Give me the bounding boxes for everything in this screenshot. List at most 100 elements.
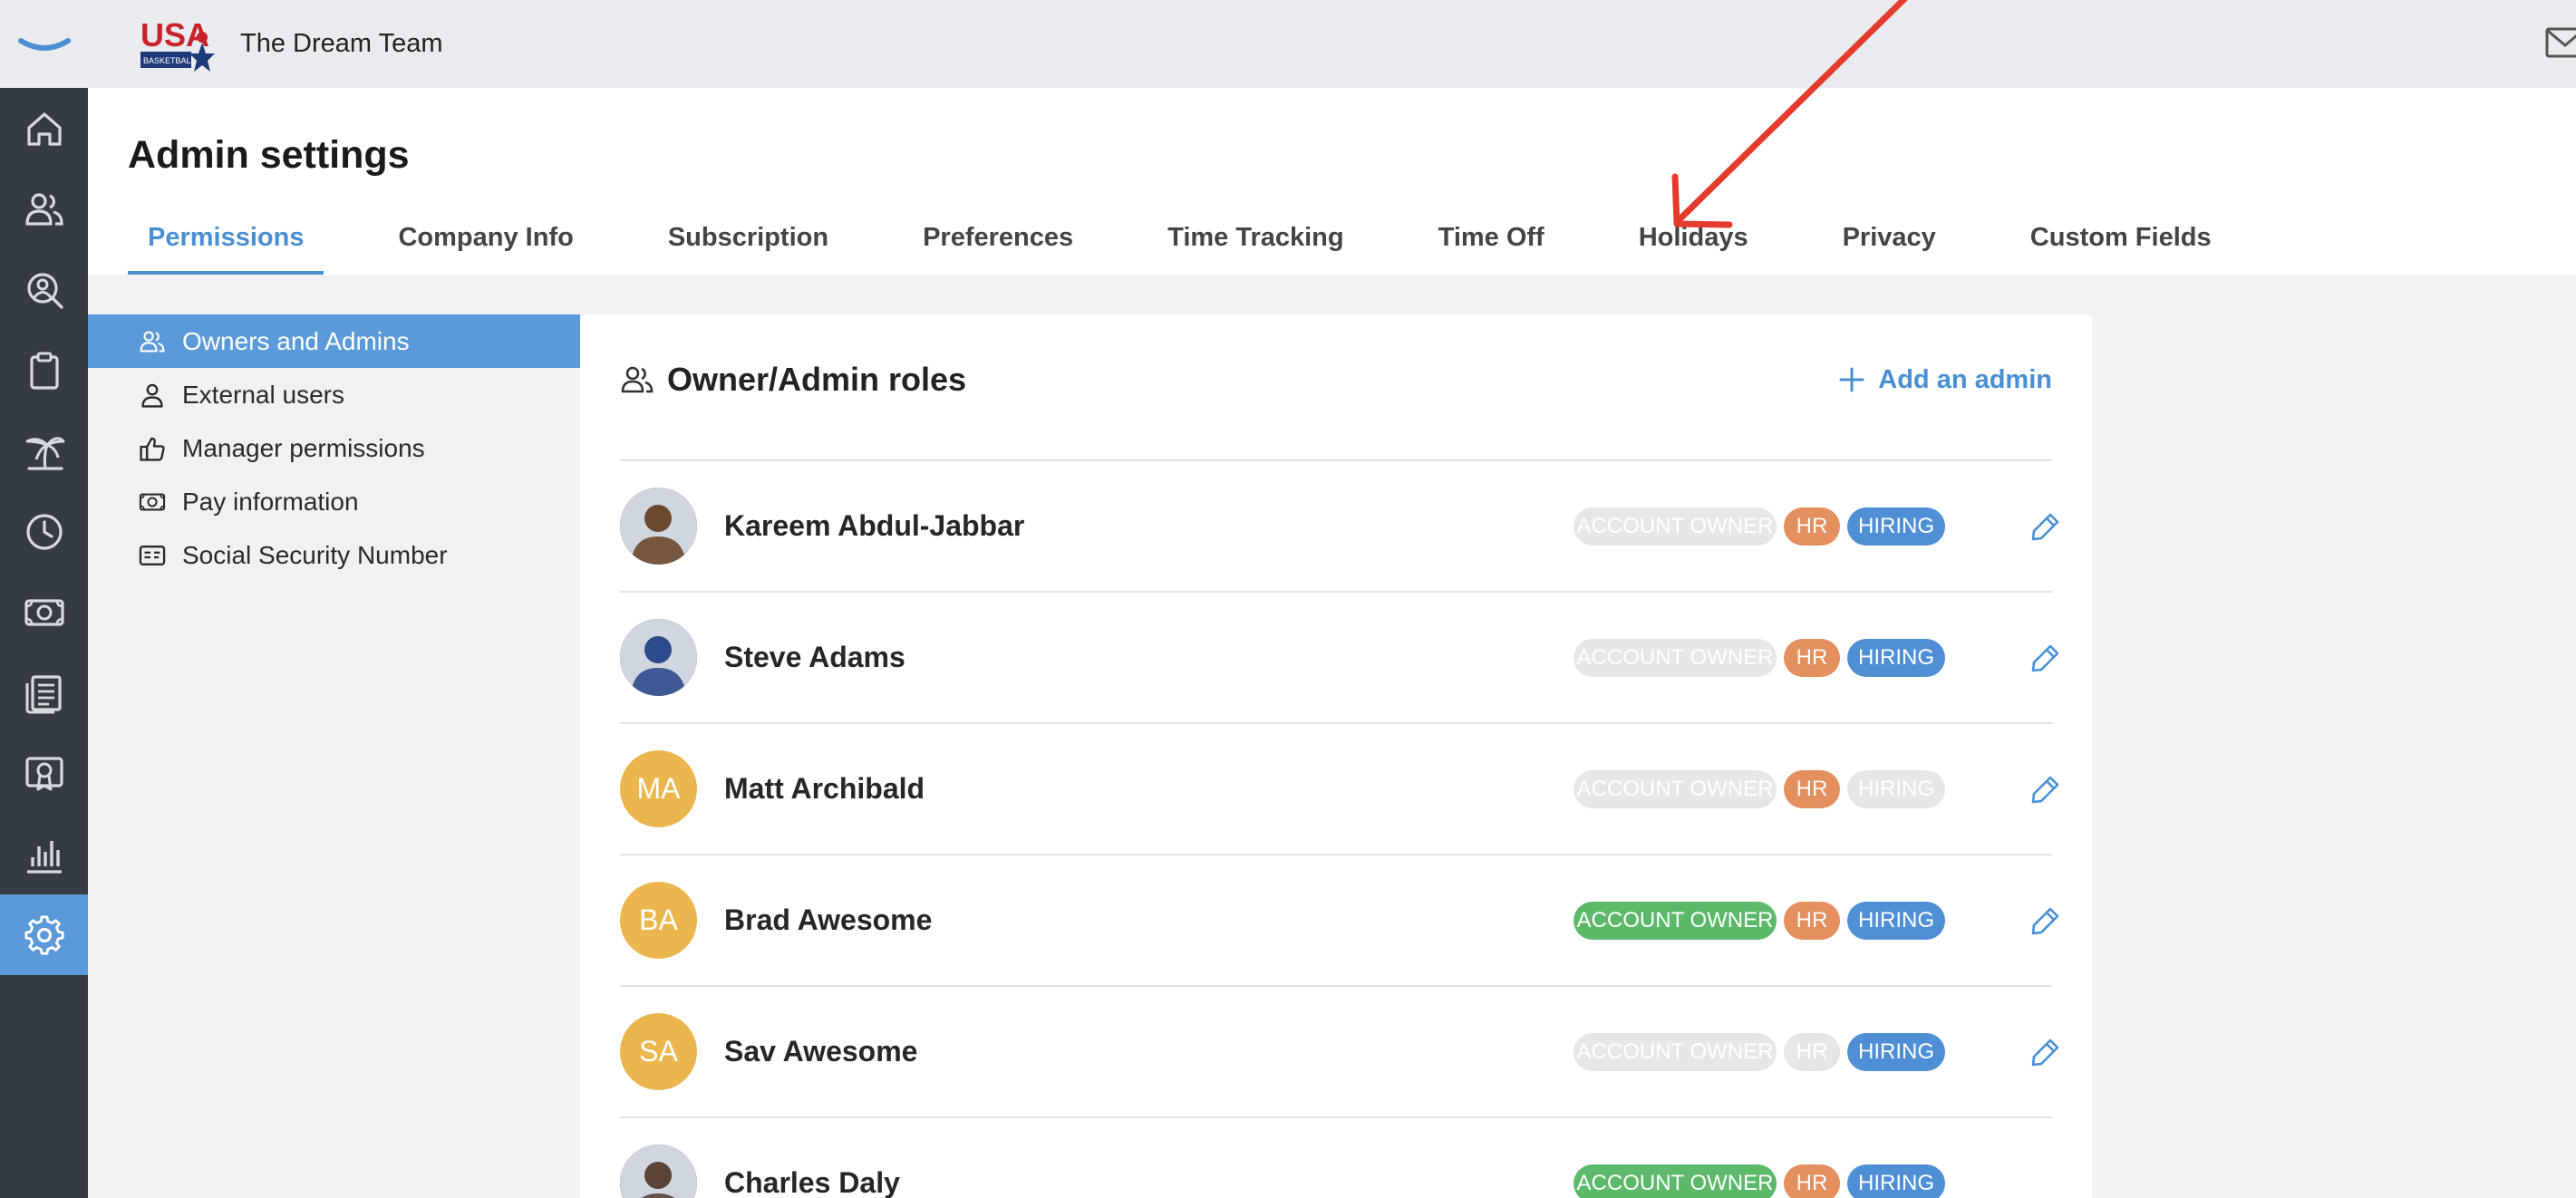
top-bar: USA BASKETBALL The Dream Team	[88, 0, 2576, 88]
pencil-icon	[2031, 1039, 2059, 1066]
account-owner-badge: ACCOUNT OWNER	[1574, 507, 1777, 546]
role-badges: ACCOUNT OWNER HR HIRING	[1574, 507, 1945, 546]
settings-tabs: Permissions Company Info Subscription Prefe…	[128, 215, 2286, 275]
edit-button[interactable]	[2030, 1037, 2061, 1068]
home-icon	[26, 111, 62, 146]
avatar-initials: BA	[639, 903, 678, 936]
tab-holidays[interactable]: Holidays	[1619, 215, 1768, 275]
card-title: Owner/Admin roles	[667, 361, 967, 398]
page-title: Admin settings	[128, 133, 410, 177]
hiring-badge: HIRING	[1847, 638, 1945, 677]
company-name[interactable]: The Dream Team	[240, 29, 443, 59]
avatar-initials: SA	[639, 1035, 678, 1068]
avatar: BA	[620, 882, 697, 959]
document-icon	[25, 674, 62, 713]
subnav-item-pay-information[interactable]: Pay information	[88, 475, 580, 528]
table-row[interactable]: BA Brad Awesome ACCOUNT OWNER HR HIRING	[620, 855, 2059, 987]
rail-item-clipboard[interactable]	[0, 330, 88, 411]
clock-icon	[25, 513, 63, 550]
thumbs-up-icon	[140, 437, 165, 461]
add-admin-button[interactable]: Add an admin	[1838, 365, 2052, 395]
role-badges: ACCOUNT OWNER HR HIRING	[1574, 769, 1945, 808]
person-icon	[141, 383, 163, 408]
rail-item-document[interactable]	[0, 652, 88, 733]
person-name[interactable]: Kareem Abdul-Jabbar	[724, 509, 1024, 543]
subnav-item-owners-and-admins[interactable]: Owners and Admins	[88, 314, 580, 368]
table-row[interactable]: Charles Daly ACCOUNT OWNER HR HIRING	[620, 1118, 2052, 1198]
tab-custom-fields[interactable]: Custom Fields	[2010, 215, 2232, 275]
role-badges: ACCOUNT OWNER HR HIRING	[1574, 901, 1945, 940]
avatar	[620, 488, 697, 565]
edit-button[interactable]	[2030, 642, 2061, 673]
app-logo[interactable]	[0, 0, 88, 88]
edit-button[interactable]	[2030, 905, 2061, 936]
account-owner-badge: ACCOUNT OWNER	[1574, 1164, 1777, 1198]
card-header: Owner/Admin roles Add an admin	[620, 360, 2052, 400]
subnav-item-social-security-number[interactable]: Social Security Number	[88, 528, 580, 582]
account-owner-badge: ACCOUNT OWNER	[1574, 901, 1777, 940]
person-name[interactable]: Steve Adams	[724, 641, 905, 674]
id-card-icon	[139, 545, 166, 565]
tab-time-off[interactable]: Time Off	[1419, 215, 1564, 275]
tab-preferences[interactable]: Preferences	[903, 215, 1093, 275]
settings-header: Admin settings Permissions Company Info Su…	[88, 88, 2576, 275]
bar-chart-icon	[26, 840, 62, 874]
hiring-badge: HIRING	[1847, 1164, 1945, 1198]
table-row[interactable]: SA Sav Awesome ACCOUNT OWNER HR HIRING	[620, 987, 2059, 1118]
person-name[interactable]: Brad Awesome	[724, 903, 932, 937]
avatar-initials: MA	[636, 772, 681, 805]
rail-item-gear[interactable]	[0, 894, 88, 975]
rail-item-clock[interactable]	[0, 491, 88, 572]
avatar: MA	[620, 750, 697, 827]
role-badges: ACCOUNT OWNER HR HIRING	[1574, 638, 1945, 677]
pencil-icon	[2031, 644, 2059, 671]
subnav-item-external-users[interactable]: External users	[88, 368, 580, 421]
mail-icon[interactable]	[2545, 25, 2576, 62]
hr-badge: HR	[1784, 1032, 1840, 1071]
subnav-item-label: Social Security Number	[182, 540, 448, 569]
certificate-icon	[24, 756, 63, 790]
hr-badge: HR	[1784, 1164, 1840, 1198]
table-row[interactable]: Kareem Abdul-Jabbar ACCOUNT OWNER HR HIR…	[620, 461, 2059, 593]
subnav-item-label: Manager permissions	[182, 433, 425, 462]
account-owner-badge: ACCOUNT OWNER	[1574, 638, 1777, 677]
person-name[interactable]: Matt Archibald	[724, 772, 925, 806]
table-row[interactable]: MA Matt Archibald ACCOUNT OWNER HR HIRING	[620, 724, 2059, 855]
subnav-item-manager-permissions[interactable]: Manager permissions	[88, 421, 580, 475]
rail-item-bar-chart[interactable]	[0, 814, 88, 894]
edit-button[interactable]	[2030, 774, 2061, 805]
people-icon	[621, 366, 654, 393]
money-icon	[24, 598, 64, 626]
money-icon	[139, 492, 166, 511]
rail-item-home[interactable]	[0, 88, 88, 169]
tab-permissions[interactable]: Permissions	[128, 215, 324, 275]
account-owner-badge: ACCOUNT OWNER	[1574, 769, 1777, 808]
person-name[interactable]: Sav Awesome	[724, 1035, 917, 1068]
people-icon	[24, 192, 63, 226]
rail-item-certificate[interactable]	[0, 733, 88, 814]
hiring-badge: HIRING	[1847, 507, 1945, 546]
rail-item-palm-tree[interactable]	[0, 411, 88, 491]
left-rail	[0, 0, 88, 1198]
tab-privacy[interactable]: Privacy	[1823, 215, 1956, 275]
person-name[interactable]: Charles Daly	[724, 1166, 900, 1198]
rail-item-people[interactable]	[0, 169, 88, 249]
hr-badge: HR	[1784, 901, 1840, 940]
avatar	[620, 619, 697, 696]
rail-item-money[interactable]	[0, 572, 88, 652]
tab-time-tracking[interactable]: Time Tracking	[1148, 215, 1364, 275]
plus-icon	[1839, 367, 1864, 392]
hiring-badge: HIRING	[1847, 901, 1945, 940]
avatar: SA	[620, 1013, 697, 1090]
clipboard-icon	[29, 352, 59, 390]
hr-badge: HR	[1784, 507, 1840, 546]
role-badges: ACCOUNT OWNER HR HIRING	[1574, 1164, 1945, 1198]
owner-admin-card: Owner/Admin roles Add an admin Kareem Ab…	[580, 314, 2092, 1198]
palm-tree-icon	[25, 436, 64, 470]
tab-company-info[interactable]: Company Info	[378, 215, 593, 275]
tab-subscription[interactable]: Subscription	[648, 215, 848, 275]
table-row[interactable]: Steve Adams ACCOUNT OWNER HR HIRING	[620, 593, 2059, 724]
rail-item-person-search[interactable]	[0, 249, 88, 330]
avatar	[620, 1145, 697, 1198]
edit-button[interactable]	[2030, 511, 2061, 542]
